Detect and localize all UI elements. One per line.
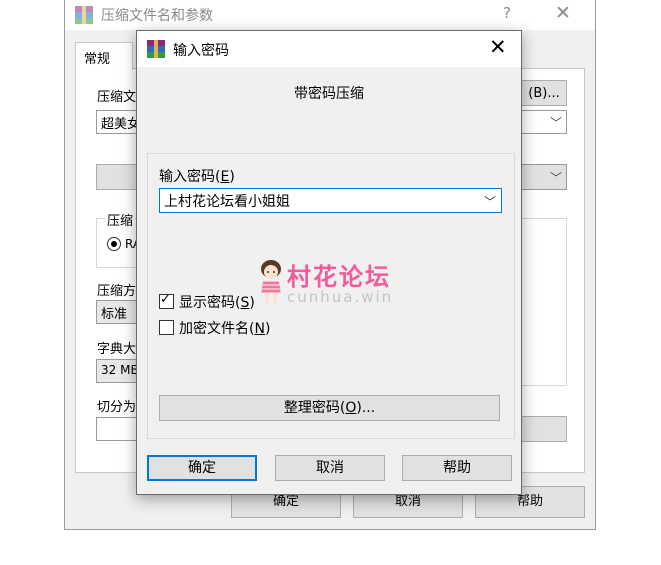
password-value: 上村花论坛看小姐姐 [164,194,290,210]
chevron-down-icon: ﹀ [550,116,563,130]
mascot-icon [261,260,281,303]
dialog-title: 压缩文件名和参数 [101,8,213,24]
set-password-button[interactable] [521,416,567,442]
dictionary-size-label: 字典大 [97,342,137,357]
dictionary-size-value: 32 MB [101,363,139,377]
chevron-down-icon: ﹀ [550,171,563,185]
winrar-icon [147,40,165,58]
archive-name-label: 压缩文 [97,90,137,105]
checkbox-box[interactable] [159,320,174,335]
options-group [521,218,567,386]
watermark-title: 村花论坛 [287,263,391,291]
dialog-title: 输入密码 [173,43,229,59]
close-icon[interactable]: ✕ [555,2,571,24]
tab-general[interactable]: 常规 [75,42,133,70]
watermark-url: cunhua.win [287,288,394,306]
title-bar: 输入密码 ✕ [137,31,521,67]
checkmark-icon: ✓ [160,292,171,307]
archive-name-value: 超美女 [101,117,141,132]
compression-method-label: 压缩方 [97,284,137,299]
help-button[interactable]: 帮助 [402,455,512,481]
chevron-down-icon[interactable]: ﹀ [484,193,496,210]
checkbox-box[interactable]: ✓ [159,292,174,309]
update-mode-dropdown[interactable]: ﹀ [521,164,567,190]
show-password-checkbox[interactable]: ✓ 显示密码(S) [159,292,255,312]
split-volumes-label: 切分为 [97,400,137,415]
winrar-icon [75,6,93,24]
ok-button[interactable]: 确定 [147,455,257,481]
enter-password-dialog: 输入密码 ✕ 带密码压缩 输入密码(E) 上村花论坛看小姐姐 ﹀ 村花论坛 cu… [136,30,522,495]
help-icon[interactable]: ? [503,4,511,22]
title-bar: 压缩文件名和参数 ? ✕ [65,0,595,30]
rar-radio[interactable] [107,237,121,251]
cancel-button[interactable]: 取消 [275,455,385,481]
password-input[interactable]: 上村花论坛看小姐姐 ﹀ [159,188,502,213]
password-label: 输入密码(E) [159,169,235,185]
compression-method-value: 标准 [101,307,128,322]
dialog-subtitle: 带密码压缩 [294,86,364,102]
archive-format-label: 压缩 [105,210,136,229]
archive-name-dropdown[interactable]: ﹀ [521,110,567,134]
organize-passwords-button[interactable]: 整理密码(O)... [159,395,500,421]
browse-button[interactable]: (B)... [521,80,567,106]
encrypt-file-names-checkbox[interactable]: 加密文件名(N) [159,318,270,338]
close-icon[interactable]: ✕ [489,35,507,59]
